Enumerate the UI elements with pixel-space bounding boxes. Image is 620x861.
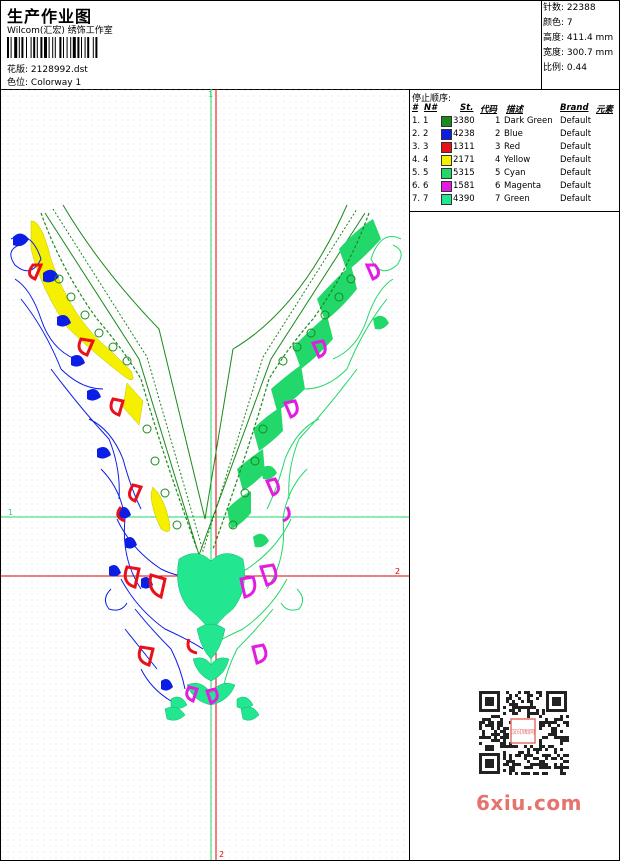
col-header-element: 元素 [596, 105, 614, 115]
qr-code: 汉印图网 [473, 685, 573, 780]
color-description: Magenta [504, 181, 542, 191]
colorway-row: 色位: Colorway 1 [7, 75, 81, 88]
color-description: Red [504, 142, 521, 152]
stat-value: 0.44 [566, 63, 587, 73]
thread-brand: Default [560, 155, 592, 165]
barcode [7, 37, 98, 58]
stop-number: 5. [412, 168, 421, 178]
stat-label: 颜色: [543, 18, 565, 28]
stop-number: 1. [412, 116, 421, 126]
color-count-row: 颜色: 7 [543, 16, 620, 31]
stop-row: 1. 1 3380 1 Dark Green Default [410, 116, 619, 129]
stop-number: 4. [412, 155, 421, 165]
stat-value: 22388 [566, 3, 596, 13]
color-swatch [441, 181, 452, 192]
worksheet-header: 生产作业图 Wilcom(汇宏) 绣饰工作室 花版: 2128992.dst 色… [1, 1, 542, 90]
embroidery-design-preview: 1 2 1 2 [1, 89, 410, 860]
color-description: Cyan [504, 168, 526, 178]
design-file-value: 2128992.dst [30, 65, 88, 75]
stat-label: 针数: [543, 3, 565, 13]
col-header-brand: Brand [560, 103, 589, 113]
stat-value: 7 [566, 18, 573, 28]
col-header-n: N# [424, 103, 438, 113]
needle-number: 2 [423, 129, 429, 139]
stat-label: 高度: [543, 33, 565, 43]
color-code: 1 [495, 116, 501, 126]
thread-brand: Default [560, 116, 592, 126]
color-description: Blue [504, 129, 523, 139]
col-header-code: 代码 [480, 105, 498, 115]
needle-number: 1 [423, 116, 429, 126]
thread-brand: Default [560, 129, 592, 139]
color-code: 2 [495, 129, 501, 139]
color-description: Yellow [504, 155, 531, 165]
col-header-stitches: St. [460, 103, 474, 113]
needle-number: 7 [423, 194, 429, 204]
stitch-count: 1311 [453, 142, 475, 152]
color-code: 7 [495, 194, 501, 204]
stop-number: 3. [412, 142, 421, 152]
design-stats: 针数: 22388 颜色: 7 高度: 411.4 mm 宽度: 300.7 m… [541, 1, 620, 90]
guide-label-v1: 1 [208, 90, 213, 99]
colorway-label: 色位: [7, 78, 29, 88]
stop-number: 2. [412, 129, 421, 139]
scale-row: 比例: 0.44 [543, 61, 620, 76]
stitch-count: 3380 [453, 116, 475, 126]
colorway-value: Colorway 1 [30, 78, 82, 88]
site-watermark: 6xiu.com [476, 791, 582, 815]
color-description: Dark Green [504, 116, 553, 126]
guide-label-h2: 2 [395, 567, 400, 576]
stat-label: 宽度: [543, 48, 565, 58]
stitch-count: 5315 [453, 168, 475, 178]
stitch-count: 2171 [453, 155, 475, 165]
stop-row: 6. 6 1581 6 Magenta Default [410, 181, 619, 194]
needle-number: 3 [423, 142, 429, 152]
stitch-count: 4238 [453, 129, 475, 139]
company-name: Wilcom(汇宏) 绣饰工作室 [7, 26, 113, 36]
color-swatch [441, 194, 452, 205]
needle-number: 5 [423, 168, 429, 178]
color-code: 4 [495, 155, 501, 165]
color-description: Green [504, 194, 530, 204]
height-row: 高度: 411.4 mm [543, 31, 620, 46]
color-swatch [441, 168, 452, 179]
color-code: 6 [495, 181, 501, 191]
stop-row: 3. 3 1311 3 Red Default [410, 142, 619, 155]
color-swatch [441, 129, 452, 140]
qr-logo-text: 汉印图网 [511, 728, 535, 736]
thread-brand: Default [560, 168, 592, 178]
stop-row: 2. 2 4238 2 Blue Default [410, 129, 619, 142]
needle-number: 4 [423, 155, 429, 165]
design-file-row: 花版: 2128992.dst [7, 62, 88, 75]
col-header-num: # [412, 103, 418, 113]
production-worksheet: 生产作业图 Wilcom(汇宏) 绣饰工作室 花版: 2128992.dst 色… [0, 0, 620, 861]
stop-row: 7. 7 4390 7 Green Default [410, 194, 619, 207]
stat-value: 300.7 mm [566, 48, 614, 58]
stop-sequence-panel: 停止顺序: # N# St. 代码 描述 Brand 元素 1. 1 3380 1 Da… [410, 89, 619, 212]
color-swatch [441, 142, 452, 153]
width-row: 宽度: 300.7 mm [543, 46, 620, 61]
stitch-count: 4390 [453, 194, 475, 204]
stat-value: 411.4 mm [566, 33, 614, 43]
thread-brand: Default [560, 181, 592, 191]
color-swatch [441, 155, 452, 166]
stitch-count-row: 针数: 22388 [543, 1, 620, 16]
design-file-label: 花版: [7, 65, 29, 75]
thread-brand: Default [560, 142, 592, 152]
needle-number: 6 [423, 181, 429, 191]
color-code: 5 [495, 168, 501, 178]
stop-row: 4. 4 2171 4 Yellow Default [410, 155, 619, 168]
guide-label-v2: 2 [219, 850, 224, 859]
stop-number: 7. [412, 194, 421, 204]
col-header-desc: 描述 [506, 105, 524, 115]
color-swatch [441, 116, 452, 127]
stop-row: 5. 5 5315 5 Cyan Default [410, 168, 619, 181]
design-canvas: 1 2 1 2 [1, 89, 409, 860]
stitch-count: 1581 [453, 181, 475, 191]
color-code: 3 [495, 142, 501, 152]
thread-brand: Default [560, 194, 592, 204]
stop-number: 6. [412, 181, 421, 191]
stat-label: 比例: [543, 63, 565, 73]
guide-label-h1: 1 [8, 508, 13, 517]
